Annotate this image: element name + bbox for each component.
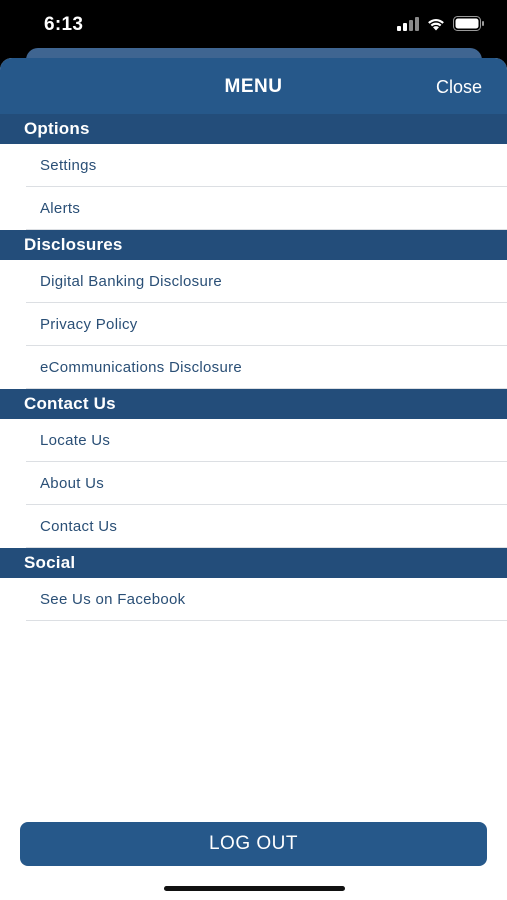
menu-item-contact-us[interactable]: Contact Us: [0, 505, 507, 548]
contact-list: Locate Us About Us Contact Us: [0, 419, 507, 548]
menu-item-privacy-policy[interactable]: Privacy Policy: [0, 303, 507, 346]
menu-item-about-us[interactable]: About Us: [0, 462, 507, 505]
section-header-options: Options: [0, 114, 507, 144]
menu-item-digital-banking-disclosure[interactable]: Digital Banking Disclosure: [0, 260, 507, 303]
logout-button[interactable]: LOG OUT: [20, 822, 487, 866]
menu-item-ecommunications-disclosure[interactable]: eCommunications Disclosure: [0, 346, 507, 389]
section-header-contact-us: Contact Us: [0, 389, 507, 419]
wifi-icon: [426, 17, 446, 36]
menu-item-locate-us[interactable]: Locate Us: [0, 419, 507, 462]
menu-item-settings[interactable]: Settings: [0, 144, 507, 187]
menu-sheet: MENU Close Options Settings Alerts Discl…: [0, 58, 507, 900]
status-icons: [397, 16, 485, 36]
disclosures-list: Digital Banking Disclosure Privacy Polic…: [0, 260, 507, 389]
cellular-signal-icon: [397, 16, 419, 36]
status-time: 6:13: [44, 14, 84, 35]
battery-icon: [453, 16, 485, 36]
home-indicator: [164, 886, 345, 891]
status-bar: 6:13: [0, 0, 507, 50]
menu-title: MENU: [224, 76, 283, 97]
close-button[interactable]: Close: [436, 77, 482, 98]
menu-item-alerts[interactable]: Alerts: [0, 187, 507, 230]
options-list: Settings Alerts: [0, 144, 507, 230]
section-header-disclosures: Disclosures: [0, 230, 507, 260]
nav-bar: MENU Close: [0, 58, 507, 114]
phone-screen: 6:13 MENU Close Options Settings Alerts …: [0, 0, 507, 900]
menu-item-facebook[interactable]: See Us on Facebook: [0, 578, 507, 621]
section-header-social: Social: [0, 548, 507, 578]
social-list: See Us on Facebook: [0, 578, 507, 621]
